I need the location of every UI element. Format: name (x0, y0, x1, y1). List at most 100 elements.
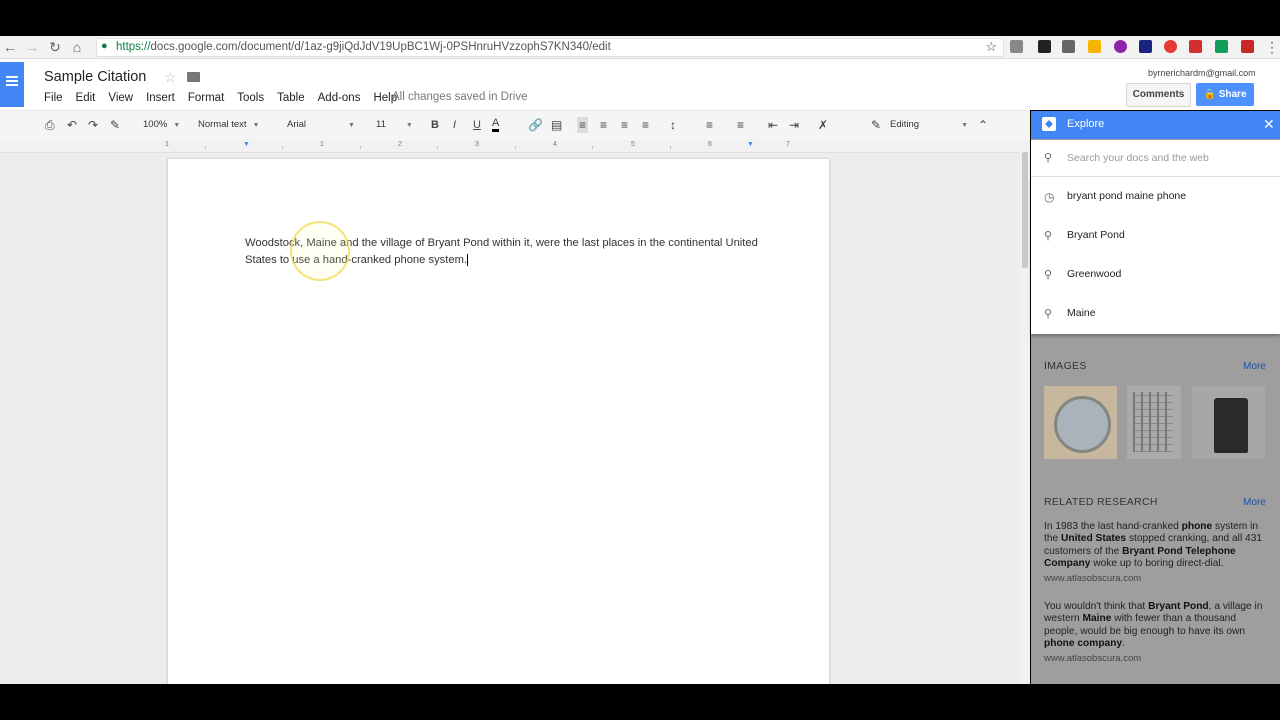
back-icon[interactable]: ← (2, 39, 18, 55)
history-icon: ◷ (1044, 190, 1055, 204)
research-result-source[interactable]: www.atlasobscura.com (1044, 573, 1141, 584)
save-status: All changes saved in Drive (392, 91, 528, 103)
bulleted-list-icon[interactable]: ≡ (737, 117, 744, 133)
close-icon[interactable]: ✕ (1263, 116, 1275, 133)
click-highlight (290, 221, 350, 281)
extension-gray-icon[interactable] (1062, 40, 1075, 53)
extension-purple-icon[interactable] (1114, 40, 1127, 53)
ruler-label: 5 (631, 141, 635, 148)
explore-search-input[interactable]: Search your docs and the web (1067, 152, 1209, 164)
justify-icon[interactable]: ≡ (642, 117, 649, 133)
menu-file[interactable]: File (44, 92, 63, 104)
extension-bars-icon[interactable] (1088, 40, 1101, 53)
forward-icon[interactable]: → (24, 39, 40, 55)
research-result-source[interactable]: www.atlasobscura.com (1044, 653, 1141, 664)
suggestion-label[interactable]: bryant pond maine phone (1067, 190, 1186, 202)
extension-red-circle-icon[interactable] (1164, 40, 1177, 53)
menu-addons[interactable]: Add-ons (318, 92, 361, 104)
share-button[interactable]: 🔒 Share (1196, 83, 1254, 106)
menu-format[interactable]: Format (188, 92, 224, 104)
chrome-menu-icon[interactable]: ⋮ (1264, 39, 1280, 55)
folder-icon[interactable] (187, 72, 200, 82)
undo-icon[interactable]: ↶ (67, 117, 77, 133)
decrease-indent-icon[interactable]: ⇤ (768, 117, 778, 133)
style-select[interactable]: Normal text ▼ (198, 119, 260, 130)
editing-mode-select[interactable]: Editing ▼ (890, 119, 968, 130)
font-select[interactable]: Arial ▼ (287, 119, 355, 130)
paint-format-icon[interactable]: ✎ (110, 117, 120, 133)
images-more-link[interactable]: More (1243, 361, 1266, 372)
suggestion-item[interactable]: ⚲ Greenwood (1031, 256, 1280, 294)
ruler-label: 4 (553, 141, 557, 148)
ruler-label: 6 (708, 141, 712, 148)
bold-button[interactable]: B (431, 117, 439, 133)
line-spacing-icon[interactable]: ↕ (670, 117, 676, 133)
clear-formatting-icon[interactable]: ✗ (818, 117, 828, 133)
related-research-heading: RELATED RESEARCH (1044, 496, 1158, 508)
text-color-button[interactable]: A (492, 117, 500, 132)
numbered-list-icon[interactable]: ≡ (706, 117, 713, 133)
search-icon: ⚲ (1044, 230, 1053, 242)
text-cursor (467, 253, 469, 266)
suggestion-item[interactable]: ⚲ Maine (1031, 295, 1280, 333)
ruler-label: 3 (475, 141, 479, 148)
research-more-link[interactable]: More (1243, 497, 1266, 508)
bookmark-star-icon[interactable]: ☆ (985, 39, 997, 55)
research-result-text[interactable]: You wouldn't think that Bryant Pond, a v… (1044, 601, 1272, 650)
image-thumbnail[interactable] (1127, 386, 1181, 459)
explore-search[interactable]: ⚲ Search your docs and the web (1031, 140, 1280, 177)
docs-logo-icon[interactable] (0, 62, 24, 107)
browser-top-bar (0, 0, 1280, 36)
align-center-icon[interactable]: ≡ (600, 117, 607, 133)
explore-icon (1042, 117, 1056, 131)
extension-shield-icon[interactable] (1038, 40, 1051, 53)
menu-tools[interactable]: Tools (237, 92, 264, 104)
italic-button[interactable]: I (453, 117, 456, 133)
zoom-select[interactable]: 100% ▼ (143, 119, 180, 130)
indent-marker-icon[interactable]: ▼ (243, 141, 250, 148)
home-icon[interactable]: ⌂ (69, 39, 85, 55)
formatting-toolbar: ⎙ ↶ ↷ ✎ 100% ▼ Normal text ▼ Arial ▼ 11 ▼ B … (0, 110, 1030, 141)
document-title[interactable]: Sample Citation (44, 69, 146, 85)
ruler-label: 1 (320, 141, 324, 148)
increase-indent-icon[interactable]: ⇥ (789, 117, 799, 133)
font-size-select[interactable]: 11 ▼ (376, 119, 413, 130)
redo-icon[interactable]: ↷ (88, 117, 98, 133)
suggestion-item[interactable]: ⚲ Bryant Pond (1031, 217, 1280, 255)
extension-n-icon[interactable] (1139, 40, 1152, 53)
link-icon[interactable]: 🔗 (528, 117, 543, 133)
comments-button[interactable]: Comments (1126, 83, 1191, 107)
extension-pin-icon[interactable] (1189, 40, 1202, 53)
comment-icon[interactable]: ▤ (551, 117, 562, 133)
search-icon: ⚲ (1044, 269, 1053, 281)
scrollbar-thumb[interactable] (1022, 152, 1028, 268)
menu-table[interactable]: Table (277, 92, 305, 104)
print-icon[interactable]: ⎙ (45, 117, 55, 133)
right-indent-marker-icon[interactable]: ▼ (747, 141, 754, 148)
underline-button[interactable]: U (473, 117, 481, 133)
suggestion-label[interactable]: Bryant Pond (1067, 229, 1125, 241)
search-icon: ⚲ (1044, 152, 1053, 164)
drive-icon[interactable] (1215, 40, 1228, 53)
align-left-icon[interactable]: ≡ (577, 117, 589, 133)
address-bar[interactable]: ● https://docs.google.com/document/d/1az… (96, 38, 1004, 57)
suggestion-label[interactable]: Maine (1067, 307, 1096, 319)
menu-insert[interactable]: Insert (146, 92, 175, 104)
cast-icon[interactable] (1010, 40, 1023, 53)
research-result-text[interactable]: In 1983 the last hand-cranked phone syst… (1044, 521, 1272, 570)
collapse-toolbar-icon[interactable]: ⌃ (978, 117, 988, 133)
image-thumbnail[interactable] (1192, 386, 1265, 459)
reload-icon[interactable]: ↻ (47, 39, 63, 55)
align-right-icon[interactable]: ≡ (621, 117, 628, 133)
suggestion-label[interactable]: Greenwood (1067, 268, 1121, 280)
suggestion-item[interactable]: ◷ bryant pond maine phone (1031, 178, 1280, 216)
image-thumbnail[interactable] (1044, 386, 1117, 459)
pencil-icon: ✎ (871, 118, 882, 132)
menu-view[interactable]: View (108, 92, 133, 104)
lock-icon: ● (101, 40, 108, 52)
star-icon[interactable]: ☆ (164, 69, 177, 86)
user-email[interactable]: byrnerichardm@gmail.com (1148, 68, 1256, 78)
menu-edit[interactable]: Edit (76, 92, 96, 104)
ruler[interactable]: 1 ▼ 1 2 3 4 5 6 ▼ 7 (0, 140, 1020, 153)
extension-screencast-icon[interactable] (1241, 40, 1254, 53)
